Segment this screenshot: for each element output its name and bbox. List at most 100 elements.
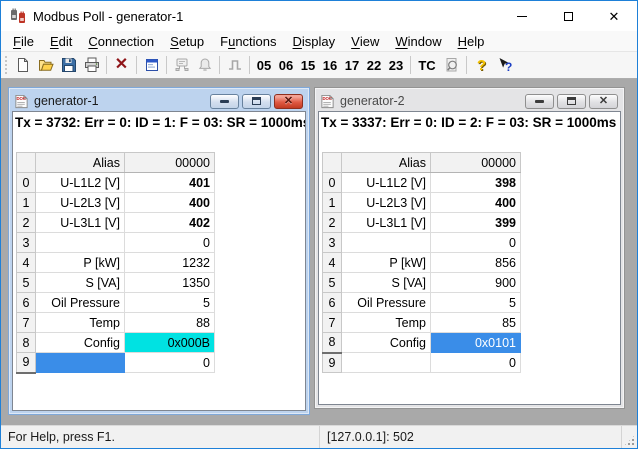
menu-view[interactable]: View bbox=[343, 31, 387, 51]
row-number-cell[interactable]: 0 bbox=[17, 173, 36, 193]
value-cell[interactable]: 1350 bbox=[125, 273, 215, 293]
about-help-button[interactable]: ? bbox=[470, 54, 493, 76]
function-code-17-button[interactable]: 17 bbox=[341, 54, 363, 76]
value-cell[interactable]: 85 bbox=[431, 313, 521, 333]
row-number-cell[interactable]: 4 bbox=[17, 253, 36, 273]
cancel-poll-button[interactable]: ✕ bbox=[110, 54, 133, 76]
alias-cell[interactable] bbox=[36, 233, 125, 253]
communication-traffic-button[interactable] bbox=[170, 54, 193, 76]
child-minimize-button[interactable] bbox=[210, 94, 239, 109]
menu-help[interactable]: Help bbox=[450, 31, 493, 51]
alias-cell[interactable]: S [VA] bbox=[342, 273, 431, 293]
single-poll-button[interactable] bbox=[223, 54, 246, 76]
alias-cell[interactable] bbox=[342, 353, 431, 373]
row-number-cell[interactable]: 9 bbox=[323, 353, 342, 373]
function-code-15-button[interactable]: 15 bbox=[297, 54, 319, 76]
save-button[interactable] bbox=[57, 54, 80, 76]
menu-edit[interactable]: Edit bbox=[42, 31, 80, 51]
close-button[interactable]: ✕ bbox=[591, 1, 637, 31]
alias-cell[interactable]: S [VA] bbox=[36, 273, 125, 293]
alias-cell[interactable]: Temp bbox=[36, 313, 125, 333]
value-cell[interactable]: 0 bbox=[125, 233, 215, 253]
menu-display[interactable]: Display bbox=[285, 31, 344, 51]
child-restore-button[interactable] bbox=[242, 94, 271, 109]
value-cell[interactable]: 0x0101 bbox=[431, 333, 521, 353]
value-cell[interactable]: 0x000B bbox=[125, 333, 215, 353]
alias-cell[interactable]: P [kW] bbox=[342, 253, 431, 273]
value-cell[interactable]: 5 bbox=[431, 293, 521, 313]
value-cell[interactable]: 0 bbox=[431, 353, 521, 373]
menu-file[interactable]: File bbox=[5, 31, 42, 51]
context-help-button[interactable]: ? bbox=[493, 54, 516, 76]
corner-cell[interactable] bbox=[323, 153, 342, 173]
alias-cell[interactable]: U-L2L3 [V] bbox=[36, 193, 125, 213]
row-number-cell[interactable]: 7 bbox=[17, 313, 36, 333]
alias-cell[interactable]: P [kW] bbox=[36, 253, 125, 273]
function-code-06-button[interactable]: 06 bbox=[275, 54, 297, 76]
alias-cell[interactable]: Oil Pressure bbox=[36, 293, 125, 313]
row-number-cell[interactable]: 9 bbox=[17, 353, 36, 373]
row-number-cell[interactable]: 0 bbox=[323, 173, 342, 193]
value-cell[interactable]: 401 bbox=[125, 173, 215, 193]
alias-cell[interactable]: Oil Pressure bbox=[342, 293, 431, 313]
new-file-button[interactable] bbox=[11, 54, 34, 76]
value-cell[interactable]: 400 bbox=[125, 193, 215, 213]
child-title-bar[interactable]: DOC generator-1 ✕ bbox=[12, 91, 306, 111]
value-cell[interactable]: 399 bbox=[431, 213, 521, 233]
values-column-header[interactable]: 00000 bbox=[125, 153, 215, 173]
print-button[interactable] bbox=[80, 54, 103, 76]
row-number-cell[interactable]: 8 bbox=[323, 333, 342, 353]
value-cell[interactable]: 398 bbox=[431, 173, 521, 193]
row-number-cell[interactable]: 8 bbox=[17, 333, 36, 353]
row-number-cell[interactable]: 7 bbox=[323, 313, 342, 333]
minimize-button[interactable] bbox=[499, 1, 545, 31]
child-restore-button[interactable] bbox=[557, 94, 586, 109]
resize-grip[interactable] bbox=[622, 426, 637, 448]
alias-cell[interactable]: Config bbox=[342, 333, 431, 353]
test-center-button[interactable]: TC bbox=[414, 54, 440, 76]
value-cell[interactable]: 1232 bbox=[125, 253, 215, 273]
menu-window[interactable]: Window bbox=[387, 31, 449, 51]
alias-cell[interactable]: U-L3L1 [V] bbox=[36, 213, 125, 233]
alias-cell[interactable] bbox=[342, 233, 431, 253]
value-cell[interactable]: 856 bbox=[431, 253, 521, 273]
child-minimize-button[interactable] bbox=[525, 94, 554, 109]
menu-setup[interactable]: Setup bbox=[162, 31, 212, 51]
child-title-bar[interactable]: DOC generator-2 ✕ bbox=[318, 91, 621, 111]
row-number-cell[interactable]: 4 bbox=[323, 253, 342, 273]
value-cell[interactable]: 0 bbox=[125, 353, 215, 373]
alias-cell[interactable]: U-L2L3 [V] bbox=[342, 193, 431, 213]
corner-cell[interactable] bbox=[17, 153, 36, 173]
child-close-button[interactable]: ✕ bbox=[589, 94, 618, 109]
alias-cell[interactable]: U-L3L1 [V] bbox=[342, 213, 431, 233]
function-code-23-button[interactable]: 23 bbox=[385, 54, 407, 76]
row-number-cell[interactable]: 2 bbox=[17, 213, 36, 233]
child-close-button[interactable]: ✕ bbox=[274, 94, 303, 109]
value-cell[interactable]: 0 bbox=[431, 233, 521, 253]
maximize-button[interactable] bbox=[545, 1, 591, 31]
open-file-button[interactable] bbox=[34, 54, 57, 76]
function-code-22-button[interactable]: 22 bbox=[363, 54, 385, 76]
alias-column-header[interactable]: Alias bbox=[342, 153, 431, 173]
row-number-cell[interactable]: 5 bbox=[323, 273, 342, 293]
value-cell[interactable]: 900 bbox=[431, 273, 521, 293]
toolbar-grip[interactable] bbox=[4, 55, 8, 75]
row-number-cell[interactable]: 1 bbox=[323, 193, 342, 213]
alias-column-header[interactable]: Alias bbox=[36, 153, 125, 173]
alias-cell[interactable]: Temp bbox=[342, 313, 431, 333]
function-code-05-button[interactable]: 05 bbox=[253, 54, 275, 76]
alias-cell[interactable]: Config bbox=[36, 333, 125, 353]
communication-log-button[interactable] bbox=[440, 54, 463, 76]
menu-connection[interactable]: Connection bbox=[80, 31, 162, 51]
alias-cell[interactable] bbox=[36, 353, 125, 373]
row-number-cell[interactable]: 1 bbox=[17, 193, 36, 213]
row-number-cell[interactable]: 6 bbox=[17, 293, 36, 313]
menu-functions[interactable]: Functions bbox=[212, 31, 284, 51]
value-cell[interactable]: 88 bbox=[125, 313, 215, 333]
read-write-definition-button[interactable] bbox=[140, 54, 163, 76]
alarm-button[interactable] bbox=[193, 54, 216, 76]
row-number-cell[interactable]: 2 bbox=[323, 213, 342, 233]
value-cell[interactable]: 402 bbox=[125, 213, 215, 233]
alias-cell[interactable]: U-L1L2 [V] bbox=[342, 173, 431, 193]
alias-cell[interactable]: U-L1L2 [V] bbox=[36, 173, 125, 193]
